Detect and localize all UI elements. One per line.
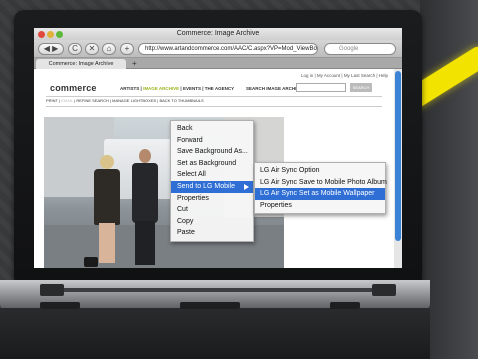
photo-woman bbox=[94, 169, 120, 225]
site-logo[interactable]: commerce bbox=[50, 83, 97, 93]
submenu-item-air-sync-option[interactable]: LG Air Sync Option bbox=[255, 165, 385, 177]
vertical-scrollbar[interactable] bbox=[394, 69, 402, 268]
divider bbox=[46, 96, 382, 97]
laptop-port bbox=[40, 302, 80, 309]
nav-events[interactable]: EVENTS bbox=[183, 86, 201, 91]
menu-item-select-all[interactable]: Select All bbox=[171, 169, 253, 181]
zoom-window-button[interactable] bbox=[56, 31, 63, 38]
lg-mobile-submenu: LG Air Sync Option LG Air Sync Save to M… bbox=[254, 162, 387, 215]
menu-item-send-to-lg-mobile[interactable]: Send to LG Mobile bbox=[171, 180, 253, 193]
context-menu: Back Forward Save Background As... Set a… bbox=[170, 120, 254, 242]
main-nav: ARTISTS | IMAGE ARCHIVE | EVENTS | THE A… bbox=[120, 86, 234, 91]
site-search-input[interactable] bbox=[296, 83, 346, 92]
photo-bag bbox=[84, 257, 98, 267]
menu-item-copy[interactable]: Copy bbox=[171, 216, 253, 228]
laptop-port bbox=[330, 302, 360, 309]
laptop-front bbox=[0, 308, 430, 359]
subnav-manage-lightboxes[interactable]: MANAGE LIGHTBOXES bbox=[112, 98, 156, 103]
photo-man-legs bbox=[135, 221, 155, 265]
close-window-button[interactable] bbox=[38, 31, 45, 38]
stop-button[interactable]: ✕ bbox=[85, 43, 99, 55]
submenu-item-set-as-wallpaper[interactable]: LG Air Sync Set as Mobile Wallpaper bbox=[255, 188, 385, 200]
photo-woman-hair bbox=[100, 155, 114, 169]
nav-separator: | bbox=[140, 86, 142, 91]
subnav-print[interactable]: PRINT bbox=[46, 98, 58, 103]
nav-image-archive[interactable]: IMAGE ARCHIVE bbox=[143, 86, 179, 91]
subnav-refine-search[interactable]: REFINE SEARCH bbox=[76, 98, 108, 103]
home-button[interactable]: ⌂ bbox=[102, 43, 116, 55]
nav-the-agency[interactable]: THE AGENCY bbox=[205, 86, 234, 91]
scrollbar-thumb[interactable] bbox=[395, 71, 401, 241]
submenu-item-properties[interactable]: Properties bbox=[255, 200, 385, 212]
menu-item-properties[interactable]: Properties bbox=[171, 193, 253, 205]
photo-man-head bbox=[139, 149, 151, 163]
tab-bar: Commerce: Image Archive + bbox=[34, 58, 402, 69]
reload-button[interactable]: C bbox=[68, 43, 82, 55]
submenu-item-save-to-photo-album[interactable]: LG Air Sync Save to Mobile Photo Album bbox=[255, 177, 387, 189]
menu-item-set-as-background[interactable]: Set as Background bbox=[171, 158, 253, 170]
window-title: Commerce: Image Archive bbox=[176, 30, 260, 37]
new-tab-button[interactable]: + bbox=[132, 59, 137, 68]
sub-nav: PRINT | EMAIL | REFINE SEARCH | MANAGE L… bbox=[46, 98, 204, 103]
stop-icon: ✕ bbox=[88, 44, 96, 53]
subnav-separator: | bbox=[59, 98, 61, 103]
divider bbox=[46, 106, 382, 107]
reload-icon: C bbox=[72, 44, 78, 53]
photo-man bbox=[132, 163, 158, 223]
laptop-hinge-right bbox=[372, 284, 396, 296]
nav-separator: | bbox=[180, 86, 182, 91]
address-bar[interactable]: http://www.artandcommerce.com/AAC/C.aspx… bbox=[138, 43, 318, 55]
laptop-port bbox=[180, 302, 240, 309]
menu-item-back[interactable]: Back bbox=[171, 123, 253, 135]
search-input[interactable]: Google bbox=[324, 43, 396, 55]
tab-commerce-image-archive[interactable]: Commerce: Image Archive bbox=[36, 59, 126, 69]
account-links[interactable]: Log in | My Account | My Last Search | H… bbox=[301, 73, 388, 78]
add-bookmark-button[interactable]: + bbox=[120, 43, 134, 55]
menu-item-send-to-lg-mobile-label: Send to LG Mobile bbox=[177, 182, 235, 190]
browser-toolbar: ◀ ▶ C ✕ ⌂ + http://www.artandcommerce.co… bbox=[34, 40, 402, 58]
home-icon: ⌂ bbox=[106, 44, 112, 53]
forward-arrow-icon[interactable]: ▶ bbox=[52, 44, 58, 53]
photo-woman-legs bbox=[99, 223, 115, 263]
site-search-label: SEARCH IMAGE ARCHIVE bbox=[246, 86, 303, 91]
plus-icon: + bbox=[124, 44, 130, 53]
subnav-email[interactable]: EMAIL bbox=[61, 98, 73, 103]
submenu-arrow-icon bbox=[244, 183, 249, 190]
back-arrow-icon[interactable]: ◀ bbox=[44, 44, 50, 53]
minimize-window-button[interactable] bbox=[47, 31, 54, 38]
menu-item-save-background[interactable]: Save Background As... bbox=[171, 146, 253, 158]
site-search-button[interactable]: SEARCH bbox=[350, 83, 372, 92]
nav-separator: | bbox=[202, 86, 204, 91]
subnav-back-to-thumbnails[interactable]: BACK TO THUMBNAILS bbox=[159, 98, 203, 103]
nav-artists[interactable]: ARTISTS bbox=[120, 86, 139, 91]
menu-item-cut[interactable]: Cut bbox=[171, 204, 253, 216]
back-forward-buttons[interactable]: ◀ ▶ bbox=[38, 43, 64, 55]
menu-item-forward[interactable]: Forward bbox=[171, 135, 253, 147]
window-titlebar: Commerce: Image Archive bbox=[34, 28, 402, 40]
laptop-hinge-left bbox=[40, 284, 64, 296]
subnav-separator: | bbox=[109, 98, 112, 103]
laptop-keyboard-edge bbox=[40, 288, 395, 292]
menu-item-paste[interactable]: Paste bbox=[171, 227, 253, 239]
